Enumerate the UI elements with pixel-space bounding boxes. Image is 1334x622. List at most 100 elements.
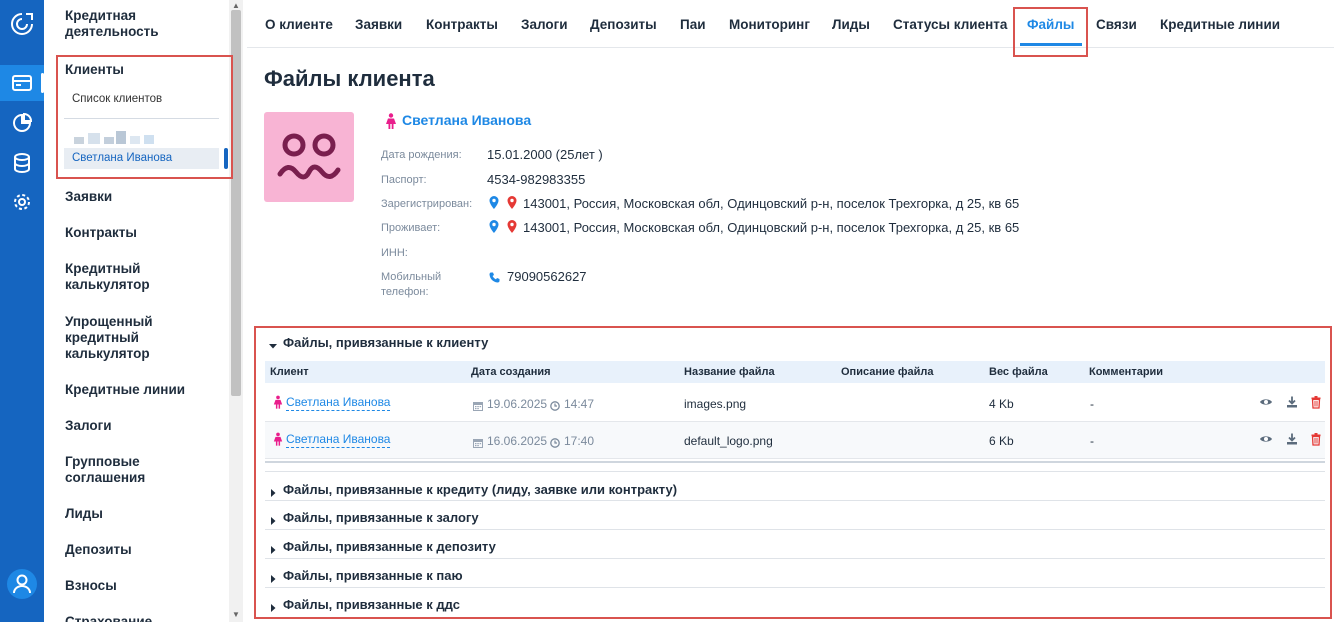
app-logo-icon[interactable] <box>0 6 44 42</box>
map-pin-blue-icon[interactable] <box>489 196 499 214</box>
database-icon[interactable] <box>0 145 44 181</box>
files-deposit-section-header[interactable]: Файлы, привязанные к депозиту <box>283 539 496 554</box>
calendar-icon <box>473 435 483 453</box>
files-dds-section-header[interactable]: Файлы, привязанные к ддс <box>283 597 460 612</box>
eye-icon[interactable] <box>1259 395 1273 409</box>
scroll-up-icon[interactable]: ▲ <box>232 1 240 10</box>
caret-right-icon[interactable] <box>269 599 277 617</box>
female-person-icon <box>273 395 283 414</box>
files-pledge-section-header[interactable]: Файлы, привязанные к залогу <box>283 510 479 525</box>
sidebar-item-contracts[interactable]: Контракты <box>65 225 215 241</box>
col-created[interactable]: Дата создания <box>471 366 551 378</box>
caret-right-icon[interactable] <box>269 541 277 559</box>
map-pin-red-icon[interactable] <box>507 196 517 214</box>
sidebar-clients-list[interactable]: Список клиентов <box>72 93 162 105</box>
caret-right-icon[interactable] <box>269 570 277 588</box>
tab-pledges[interactable]: Залоги <box>521 17 568 32</box>
sidebar-item-deposits[interactable]: Депозиты <box>65 542 215 558</box>
row-file-name: images.png <box>684 397 747 411</box>
clock-icon <box>550 398 560 416</box>
divider <box>64 118 219 119</box>
row-client-link[interactable]: Светлана Иванова <box>286 432 391 448</box>
files-credit-section-header[interactable]: Файлы, привязанные к кредиту (лиду, заяв… <box>283 482 677 497</box>
user-profile-icon[interactable] <box>0 566 44 602</box>
pie-chart-icon[interactable] <box>0 105 44 141</box>
tab-applications[interactable]: Заявки <box>355 17 402 32</box>
tab-relations[interactable]: Связи <box>1096 17 1137 32</box>
caret-right-icon[interactable] <box>269 512 277 530</box>
trash-icon[interactable] <box>1309 432 1323 446</box>
sidebar-item-credit-calculator[interactable]: Кредитный калькулятор <box>65 261 215 293</box>
tab-contracts[interactable]: Контракты <box>426 17 498 32</box>
sidebar-item-contributions[interactable]: Взносы <box>65 578 215 594</box>
registered-address: 143001, Россия, Московская обл, Одинцовс… <box>523 196 1020 211</box>
col-size[interactable]: Вес файла <box>989 366 1048 378</box>
download-icon[interactable] <box>1285 432 1299 446</box>
clock-icon <box>550 435 560 453</box>
phone-label: Мобильный телефон: <box>381 271 442 298</box>
passport-value: 4534-982983355 <box>487 172 586 187</box>
caret-down-icon[interactable] <box>269 337 277 355</box>
map-pin-red-icon[interactable] <box>507 220 517 238</box>
tab-leads[interactable]: Лиды <box>832 17 870 32</box>
birth-value: 15.01.2000 (25лет ) <box>487 147 603 162</box>
female-person-icon <box>273 432 283 451</box>
sidebar-item-applications[interactable]: Заявки <box>65 189 215 205</box>
client-tabs: О клиенте Заявки Контракты Залоги Депози… <box>247 0 1334 48</box>
col-client[interactable]: Клиент <box>270 366 309 378</box>
files-client-section-header[interactable]: Файлы, привязанные к клиенту <box>283 335 488 350</box>
divider <box>265 529 1325 530</box>
inn-label: ИНН: <box>381 247 408 259</box>
client-avatar <box>264 112 354 202</box>
calendar-icon <box>473 398 483 416</box>
tab-shares[interactable]: Паи <box>680 17 706 32</box>
sidebar-scrollbar[interactable]: ▲ ▼ <box>229 0 243 622</box>
lives-address: 143001, Россия, Московская обл, Одинцовс… <box>523 220 1020 235</box>
passport-label: Паспорт: <box>381 174 427 186</box>
tab-deposits[interactable]: Депозиты <box>590 17 657 32</box>
sidebar-item-simple-calculator[interactable]: Упрощенный кредитный калькулятор <box>65 314 215 362</box>
sidebar-item-credit-lines[interactable]: Кредитные линии <box>65 382 215 398</box>
sidebar-active-client[interactable]: Светлана Иванова <box>64 148 219 169</box>
divider <box>265 461 1325 463</box>
gear-icon[interactable] <box>0 184 44 220</box>
col-description[interactable]: Описание файла <box>841 366 934 378</box>
sidebar-item-insurance[interactable]: Страхование <box>65 614 215 622</box>
sidebar-item-group-agreements[interactable]: Групповые соглашения <box>65 454 215 486</box>
row-client-link[interactable]: Светлана Иванова <box>286 395 391 411</box>
lives-label: Проживает: <box>381 222 441 234</box>
download-icon[interactable] <box>1285 395 1299 409</box>
row-time: 17:40 <box>564 434 595 448</box>
client-name-link[interactable]: Светлана Иванова <box>402 112 531 128</box>
sidebar-item-credit-activity[interactable]: Кредитная деятельность <box>65 8 215 40</box>
scroll-down-icon[interactable]: ▼ <box>232 610 240 619</box>
sidebar-item-leads[interactable]: Лиды <box>65 506 215 522</box>
tab-files[interactable]: Файлы <box>1027 17 1074 32</box>
tab-client-statuses[interactable]: Статусы клиента <box>893 17 1007 32</box>
files-share-section-header[interactable]: Файлы, привязанные к паю <box>283 568 463 583</box>
active-tab-underline <box>1020 43 1082 46</box>
files-table-header: Клиент Дата создания Название файла Опис… <box>265 361 1325 383</box>
col-comments[interactable]: Комментарии <box>1089 366 1163 378</box>
registered-label: Зарегистрирован: <box>381 198 473 210</box>
col-file-name[interactable]: Название файла <box>684 366 775 378</box>
map-pin-blue-icon[interactable] <box>489 220 499 238</box>
divider <box>265 558 1325 559</box>
sidebar-item-pledges[interactable]: Залоги <box>65 418 215 434</box>
tab-monitoring[interactable]: Мониторинг <box>729 17 810 32</box>
row-date: 19.06.2025 <box>487 397 548 411</box>
tab-about[interactable]: О клиенте <box>265 17 333 32</box>
row-time: 14:47 <box>564 397 595 411</box>
trash-icon[interactable] <box>1309 395 1323 409</box>
eye-icon[interactable] <box>1259 432 1273 446</box>
credit-card-icon[interactable] <box>0 65 44 101</box>
row-date: 16.06.2025 <box>487 434 548 448</box>
app-rail <box>0 0 44 622</box>
scroll-thumb[interactable] <box>231 10 241 396</box>
divider <box>265 587 1325 588</box>
tab-credit-lines[interactable]: Кредитные линии <box>1160 17 1280 32</box>
row-size: 4 Kb <box>989 397 1014 411</box>
phone-value[interactable]: 79090562627 <box>507 269 587 284</box>
sidebar-item-clients[interactable]: Клиенты <box>65 62 215 78</box>
row-file-name: default_logo.png <box>684 434 773 448</box>
